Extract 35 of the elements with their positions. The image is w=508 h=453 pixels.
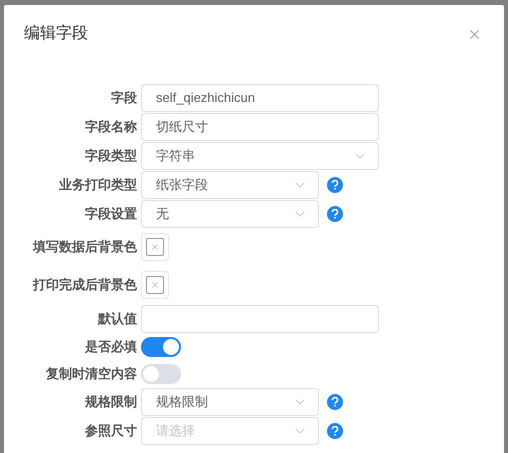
field-label: 规格限制 bbox=[85, 392, 137, 411]
empty-color-icon bbox=[150, 280, 160, 290]
select-value: 纸张字段 bbox=[156, 176, 208, 194]
field-label: 填写数据后背景色 bbox=[33, 238, 137, 256]
field-label: 业务打印类型 bbox=[59, 176, 137, 194]
field-label: 默认值 bbox=[98, 310, 137, 328]
select-field[interactable]: 规格限制 bbox=[141, 388, 319, 416]
help-icon[interactable] bbox=[327, 176, 343, 192]
text-field[interactable] bbox=[141, 304, 379, 332]
empty-color-icon bbox=[150, 242, 160, 252]
field-label: 是否必填 bbox=[85, 338, 137, 356]
text-field[interactable]: self_qiezhichicun bbox=[141, 84, 379, 112]
select-field[interactable]: 纸张字段 bbox=[141, 170, 319, 198]
dialog-title: 编辑字段 bbox=[24, 24, 88, 44]
field-label: 字段名称 bbox=[85, 118, 137, 136]
toggle-switch[interactable] bbox=[141, 336, 181, 356]
select-field[interactable]: 无 bbox=[141, 200, 319, 228]
field-label: 字段类型 bbox=[85, 146, 137, 165]
help-icon[interactable] bbox=[327, 422, 343, 438]
help-icon[interactable] bbox=[327, 394, 343, 410]
text-field[interactable]: 切纸尺寸 bbox=[141, 112, 379, 140]
select-value: 无 bbox=[156, 204, 169, 223]
select-placeholder: 请选择 bbox=[156, 422, 195, 440]
field-label: 字段设置 bbox=[85, 204, 137, 223]
help-icon[interactable] bbox=[327, 206, 343, 222]
select-value: 规格限制 bbox=[156, 392, 208, 411]
select-value: 字符串 bbox=[156, 146, 195, 165]
field-label: 打印完成后背景色 bbox=[33, 276, 137, 294]
color-picker[interactable] bbox=[141, 271, 169, 299]
field-label: 复制时清空内容 bbox=[46, 364, 137, 383]
color-picker[interactable] bbox=[141, 233, 169, 261]
field-label: 字段 bbox=[111, 88, 137, 107]
select-field[interactable]: 字符串 bbox=[141, 142, 379, 170]
toggle-switch[interactable] bbox=[141, 364, 181, 384]
field-label: 参照尺寸 bbox=[85, 422, 137, 440]
